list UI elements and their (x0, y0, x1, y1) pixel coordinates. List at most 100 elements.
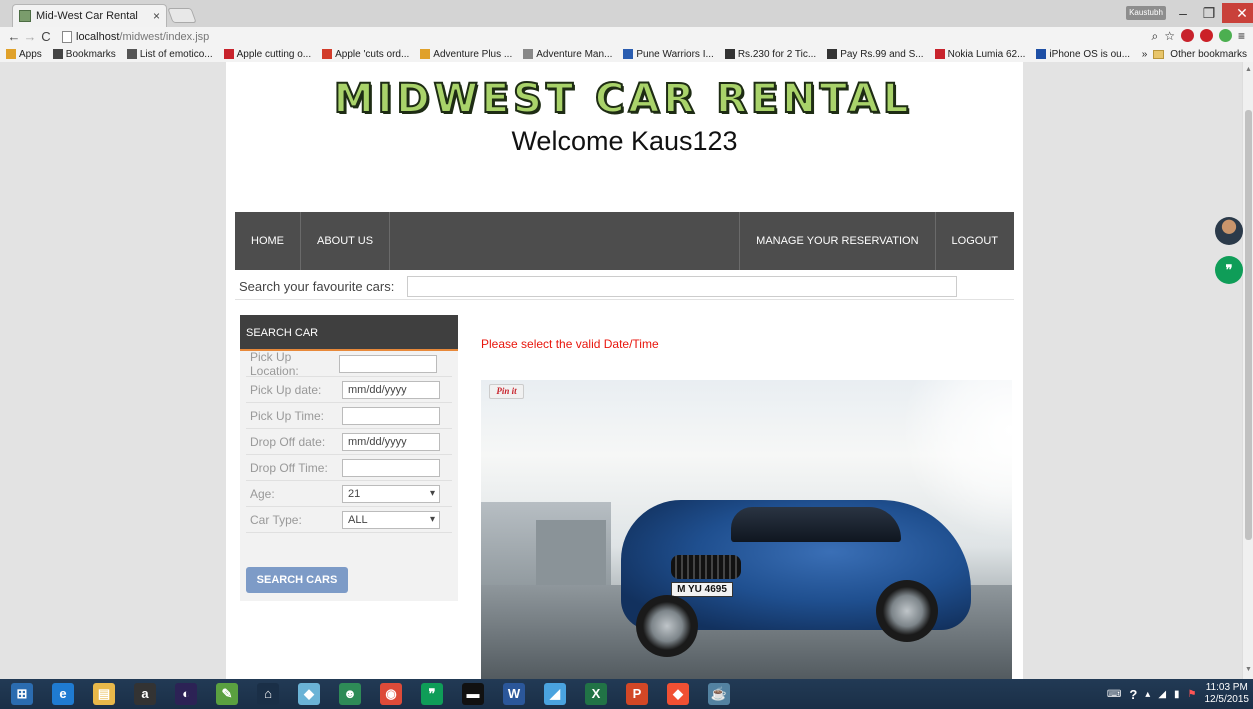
windows-taskbar: ⊞ e ▤ a ◐ ✎ ⌂ ◆ ☻ ◉ ❞ ▬ W ◢ X P ◆ ☕ ⌨ ? ▴ ◢ ▮ ⚑ 11:03 PM … (0, 679, 1253, 709)
minimize-icon[interactable]: – (1170, 3, 1196, 23)
field-input[interactable] (342, 458, 440, 477)
field-select[interactable]: 21 (342, 484, 440, 503)
browser-tab[interactable]: Mid-West Car Rental × (12, 4, 167, 27)
car-search-input[interactable] (407, 276, 957, 297)
scrollbar-thumb[interactable] (1245, 110, 1252, 540)
taskbar-glyph: P (626, 683, 648, 705)
menu-icon[interactable]: ≡ (1238, 29, 1245, 44)
taskbar-powerpoint-icon[interactable]: P (619, 679, 655, 709)
field-input[interactable] (342, 406, 440, 425)
new-tab-button[interactable] (167, 8, 197, 23)
nav-logout[interactable]: LOGOUT (934, 212, 1014, 270)
field-label: Pick Up date: (250, 382, 322, 397)
tab-close-icon[interactable]: × (153, 9, 160, 23)
bookmark-item[interactable]: Apple 'cuts ord... (322, 49, 409, 60)
scroll-down-icon[interactable]: ▼ (1245, 666, 1252, 673)
taskbar-word-icon[interactable]: W (496, 679, 532, 709)
bookmark-icon (6, 49, 16, 59)
nav-about[interactable]: ABOUT US (301, 212, 391, 270)
keyboard-icon[interactable]: ⌨ (1107, 689, 1121, 700)
taskbar-paint-icon[interactable]: ✎ (209, 679, 245, 709)
taskbar-chrome-icon[interactable]: ◉ (373, 679, 409, 709)
bookmark-item[interactable]: Adventure Man... (523, 49, 612, 60)
bookmark-item[interactable]: iPhone OS is ou... (1036, 49, 1130, 60)
zoom-icon[interactable]: ⌕ (1151, 29, 1158, 44)
nav-home[interactable]: HOME (235, 212, 301, 270)
field-label: Pick Up Time: (250, 408, 325, 423)
taskbar-cmd-icon[interactable]: ▬ (455, 679, 491, 709)
bookmark-item[interactable]: Pune Warriors I... (623, 49, 714, 60)
field-input[interactable]: mm/dd/yyyy (342, 380, 440, 399)
taskbar-app-icon[interactable]: ◢ (537, 679, 573, 709)
bookmark-item[interactable]: Nokia Lumia 62... (934, 48, 1026, 60)
taskbar-glyph: a (134, 683, 156, 705)
scroll-up-icon[interactable]: ▲ (1245, 66, 1252, 73)
notification-icon[interactable]: ⚑ (1188, 689, 1197, 700)
bookmark-item[interactable]: Apple cutting o... (223, 49, 311, 60)
form-row: Pick Up date: mm/dd/yyyy (246, 377, 452, 403)
profile-button[interactable]: Kaustubh (1126, 6, 1166, 20)
hangouts-icon[interactable]: ❞ (1215, 256, 1243, 284)
restore-icon[interactable]: ❐ (1196, 3, 1222, 23)
taskbar-glyph: X (585, 683, 607, 705)
field-select[interactable]: ALL (342, 510, 440, 529)
tab-strip: Mid-West Car Rental × Kaustubh – ❐ ✕ (0, 0, 1253, 27)
bookmark-item[interactable]: Rs.230 for 2 Tic... (724, 49, 816, 60)
pin-it-button[interactable]: Pin it (489, 384, 524, 399)
address-bar[interactable]: localhost /midwest/index.jsp (62, 30, 209, 43)
taskbar-start-icon[interactable]: ⊞ (4, 679, 40, 709)
close-window-icon[interactable]: ✕ (1222, 3, 1253, 23)
taskbar-glyph: ❞ (421, 683, 443, 705)
field-label: Drop Off date: (250, 434, 326, 449)
taskbar-explorer-icon[interactable]: ▤ (86, 679, 122, 709)
taskbar-git-icon[interactable]: ◆ (660, 679, 696, 709)
bookmark-item[interactable]: Pay Rs.99 and S... (827, 49, 924, 60)
clock[interactable]: 11:03 PM 12/5/2015 (1205, 682, 1250, 706)
bookmark-icon (322, 49, 333, 59)
bookmark-item[interactable]: Bookmarks (52, 49, 116, 60)
help-icon[interactable]: ? (1129, 687, 1137, 702)
taskbar-hangouts-icon[interactable]: ❞ (414, 679, 450, 709)
field-label: Drop Off Time: (250, 460, 328, 475)
battery-icon[interactable]: ▮ (1174, 689, 1180, 700)
bookmark-label: Nokia Lumia 62... (947, 48, 1026, 60)
star-icon[interactable]: ☆ (1164, 29, 1175, 44)
search-cars-button[interactable]: SEARCH CARS (246, 567, 348, 593)
window-controls: – ❐ ✕ (1170, 3, 1253, 23)
signal-icon[interactable]: ◢ (1158, 689, 1166, 700)
nav-manage-reservation[interactable]: MANAGE YOUR RESERVATION (740, 212, 934, 270)
form-row: Drop Off date: mm/dd/yyyy (246, 429, 452, 455)
forward-icon[interactable]: → (22, 29, 38, 44)
license-plate: M YU 4695 (671, 582, 733, 597)
front-wheel (636, 595, 698, 657)
field-input[interactable] (339, 354, 437, 373)
taskbar-folder-icon[interactable]: ◆ (291, 679, 327, 709)
bookmark-item[interactable]: Apps (6, 49, 42, 60)
other-bookmarks[interactable]: Other bookmarks (1170, 49, 1247, 60)
taskbar-java-icon[interactable]: ☕ (701, 679, 737, 709)
taskbar-home-icon[interactable]: ⌂ (250, 679, 286, 709)
taskbar-glyph: ◢ (544, 683, 566, 705)
adblock-icon[interactable] (1180, 29, 1194, 42)
field-input[interactable]: mm/dd/yyyy (342, 432, 440, 451)
taskbar-ie-icon[interactable]: e (45, 679, 81, 709)
taskbar-people-icon[interactable]: ☻ (332, 679, 368, 709)
taskbar-excel-icon[interactable]: X (578, 679, 614, 709)
search-form: Pick Up Location: Pick Up date: mm/dd/yyyy… (240, 350, 458, 533)
pinterest-icon[interactable] (1199, 29, 1213, 42)
bookmark-icon (126, 49, 137, 59)
reload-icon[interactable]: C (38, 29, 54, 44)
taskbar-amazon-icon[interactable]: a (127, 679, 163, 709)
bookmark-label: List of emotico... (139, 48, 213, 60)
more-bookmarks-icon[interactable]: » (1142, 49, 1148, 60)
taskbar-eclipse-icon[interactable]: ◐ (168, 679, 204, 709)
tray-expand-icon[interactable]: ▴ (1145, 689, 1150, 700)
chat-avatar[interactable] (1215, 217, 1243, 245)
bookmarks-overflow: » Other bookmarks (1141, 46, 1247, 62)
bookmark-item[interactable]: Adventure Plus ... (420, 49, 512, 60)
bookmark-item[interactable]: List of emotico... (126, 48, 213, 60)
favicon-icon (19, 10, 31, 22)
back-icon[interactable]: ← (6, 29, 22, 44)
extension-icon[interactable] (1218, 29, 1232, 42)
page-scrollbar[interactable]: ▲ ▼ (1242, 62, 1253, 679)
